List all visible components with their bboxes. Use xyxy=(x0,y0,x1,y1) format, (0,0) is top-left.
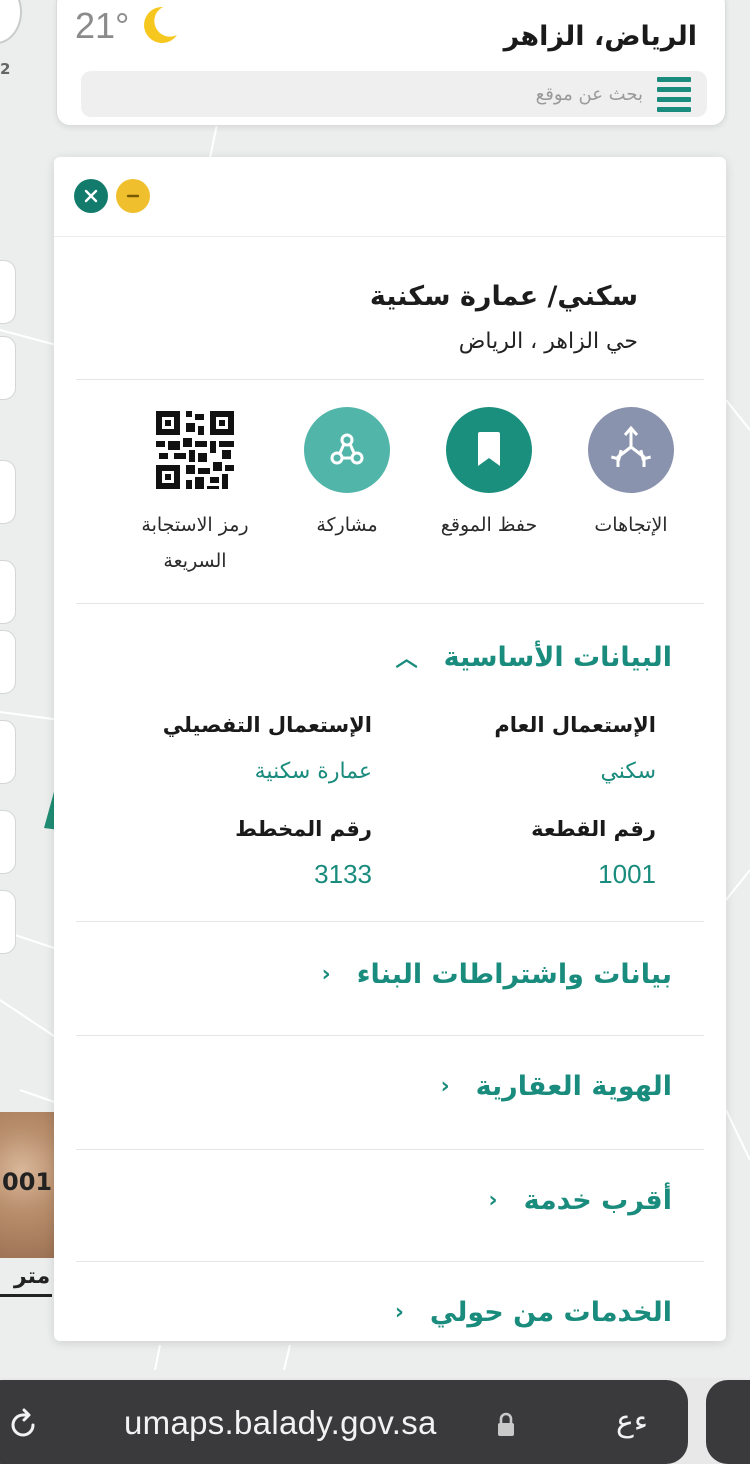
chevron-left-icon: ‹ xyxy=(440,1074,450,1099)
place-title: سكني/ عمارة سكنية xyxy=(369,281,638,312)
search-input[interactable] xyxy=(123,83,643,105)
building-requirements-header[interactable]: بيانات واشتراطات البناء ‹ xyxy=(322,959,672,990)
nearby-services-title: الخدمات من حولي xyxy=(429,1297,672,1328)
action-row: الإتجاهات حفظ الموقع مشاركة رمز الاستجاب… xyxy=(54,407,726,587)
nearest-service-title: أقرب خدمة xyxy=(523,1185,672,1216)
temperature: 21° xyxy=(75,5,130,46)
basic-data-header[interactable]: البيانات الأساسية ︿ xyxy=(396,641,672,673)
menu-icon[interactable] xyxy=(657,76,691,112)
divider xyxy=(76,1149,704,1150)
text-size-button[interactable]: ءع xyxy=(616,1404,648,1439)
plot-number-label: رقم القطعة xyxy=(531,817,656,841)
property-identity-title: الهوية العقارية xyxy=(475,1071,672,1102)
detailed-use-value: عمارة سكنية xyxy=(254,759,372,784)
nearest-service-header[interactable]: أقرب خدمة ‹ xyxy=(489,1185,673,1216)
general-use-label: الإستعمال العام xyxy=(494,713,656,737)
address-bar[interactable]: umaps.balady.gov.sa ءع xyxy=(0,1380,688,1464)
detailed-use-label: الإستعمال التفصيلي xyxy=(162,713,372,737)
directions-button[interactable]: الإتجاهات xyxy=(556,407,706,543)
divider xyxy=(76,379,704,380)
next-tab-preview[interactable] xyxy=(706,1380,750,1464)
qr-code-icon xyxy=(152,407,238,493)
chevron-left-icon: ‹ xyxy=(488,1188,498,1213)
reload-icon[interactable] xyxy=(6,1408,40,1442)
divider xyxy=(76,603,704,604)
map-scale-digit: 2 xyxy=(0,60,11,78)
share-label: مشاركة xyxy=(316,514,378,536)
search-bar[interactable] xyxy=(81,71,707,117)
place-subtitle: حي الزاهر ، الرياض xyxy=(458,329,638,354)
chevron-up-icon: ︿ xyxy=(395,647,418,672)
browser-toolbar: umaps.balady.gov.sa ءع xyxy=(0,1378,750,1464)
location-card: 21° الرياض، الزاهر xyxy=(56,0,726,126)
url-text: umaps.balady.gov.sa xyxy=(124,1404,437,1441)
directions-icon xyxy=(588,407,674,493)
lock-icon xyxy=(498,1412,514,1436)
divider xyxy=(76,1035,704,1036)
save-location-button[interactable]: حفظ الموقع xyxy=(414,407,564,543)
minimize-button[interactable] xyxy=(116,179,150,213)
share-button[interactable]: مشاركة xyxy=(272,407,422,543)
divider xyxy=(76,1261,704,1262)
nearby-services-header[interactable]: الخدمات من حولي ‹ xyxy=(395,1297,672,1328)
directions-label: الإتجاهات xyxy=(594,514,668,536)
map-tool-button[interactable] xyxy=(0,460,16,524)
plot-number-value: 1001 xyxy=(598,859,656,889)
map-tool-button[interactable] xyxy=(0,260,16,324)
map-scale-unit: متر xyxy=(14,1264,51,1289)
map-tool-button[interactable] xyxy=(0,720,16,784)
plot-thumbnail-label: 001 xyxy=(2,1168,53,1196)
map-tool-button[interactable] xyxy=(0,336,16,400)
panel-header xyxy=(54,157,726,237)
moon-icon xyxy=(144,6,178,43)
save-location-label: حفظ الموقع xyxy=(440,514,538,536)
property-identity-header[interactable]: الهوية العقارية ‹ xyxy=(441,1071,672,1102)
map-scale-bar xyxy=(0,1294,52,1297)
building-requirements-title: بيانات واشتراطات البناء xyxy=(356,959,672,990)
qr-code-button[interactable]: رمز الاستجابة السريعة xyxy=(110,407,280,579)
map-tool-button[interactable] xyxy=(0,560,16,624)
map-tool-button[interactable] xyxy=(0,810,16,874)
close-button[interactable] xyxy=(74,179,108,213)
qr-code-label: رمز الاستجابة السريعة xyxy=(141,514,249,573)
general-use-value: سكني xyxy=(600,759,656,784)
share-icon xyxy=(304,407,390,493)
basic-data-title: البيانات الأساسية xyxy=(443,641,672,673)
map-tool-button[interactable] xyxy=(0,890,16,954)
plan-number-value: 3133 xyxy=(314,859,372,889)
close-icon xyxy=(84,189,98,203)
chevron-left-icon: ‹ xyxy=(394,1300,404,1325)
weather-widget: 21° xyxy=(75,5,181,49)
bookmark-icon xyxy=(446,407,532,493)
location-title: الرياض، الزاهر xyxy=(503,21,697,52)
map-tool-button[interactable] xyxy=(0,630,16,694)
property-info-panel: سكني/ عمارة سكنية حي الزاهر ، الرياض الإ… xyxy=(54,157,726,1341)
chevron-left-icon: ‹ xyxy=(321,962,331,987)
plan-number-label: رقم المخطط xyxy=(235,817,372,841)
divider xyxy=(76,921,704,922)
minus-icon xyxy=(126,194,140,198)
